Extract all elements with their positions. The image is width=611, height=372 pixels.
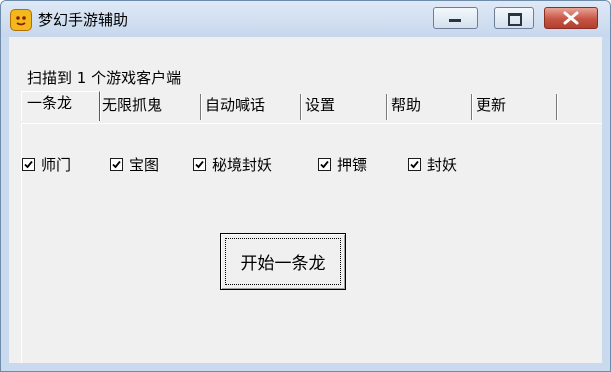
tab-update[interactable]: 更新: [471, 94, 557, 120]
tab-label: 一条龙: [27, 94, 73, 112]
checkbox-label: 宝图: [129, 156, 160, 174]
app-logo-icon: [10, 9, 32, 31]
checkbox-box[interactable]: [22, 158, 35, 171]
task-checkbox-shimen[interactable]: 师门: [22, 154, 72, 174]
task-checkbox-mijing-fengyao[interactable]: 秘境封妖: [193, 154, 273, 174]
tab-label: 自动喊话: [205, 96, 266, 114]
window-title: 梦幻手游辅助: [38, 11, 129, 29]
tab-yitiaolong[interactable]: 一条龙: [21, 91, 100, 121]
title-bar[interactable]: 梦幻手游辅助: [1, 1, 610, 37]
checkbox-box[interactable]: [318, 158, 331, 171]
tab-wuxian-zhuagui[interactable]: 无限抓鬼: [97, 94, 201, 120]
minimize-icon: [449, 19, 461, 22]
task-checkbox-fengyao[interactable]: 封妖: [408, 154, 458, 174]
checkbox-label: 封妖: [427, 156, 458, 174]
tab-label: 设置: [305, 96, 336, 114]
client-area: 扫描到 1 个游戏客户端 一条龙 无限抓鬼 自动喊话 设置 帮助 更新: [9, 37, 602, 363]
maximize-button[interactable]: [494, 7, 534, 29]
tab-help[interactable]: 帮助: [386, 94, 472, 120]
tab-zidong-hanhua[interactable]: 自动喊话: [200, 94, 301, 120]
start-button[interactable]: 开始一条龙: [220, 233, 346, 290]
tab-settings[interactable]: 设置: [300, 94, 387, 120]
checkbox-box[interactable]: [110, 158, 123, 171]
close-icon: [563, 11, 579, 25]
tab-label: 无限抓鬼: [102, 96, 163, 114]
checkbox-box[interactable]: [408, 158, 421, 171]
status-text: 扫描到 1 个游戏客户端: [27, 69, 182, 87]
maximize-icon: [508, 13, 522, 26]
task-checkbox-baotu[interactable]: 宝图: [110, 154, 160, 174]
checkbox-box[interactable]: [193, 158, 206, 171]
task-checkbox-yabiao[interactable]: 押镖: [318, 154, 368, 174]
start-button-label: 开始一条龙: [240, 254, 326, 274]
close-button[interactable]: [544, 7, 598, 29]
minimize-button[interactable]: [433, 7, 478, 29]
tab-label: 更新: [476, 96, 507, 114]
checkbox-label: 秘境封妖: [212, 156, 273, 174]
checkbox-label: 押镖: [337, 156, 368, 174]
tab-label: 帮助: [391, 96, 422, 114]
checkbox-label: 师门: [41, 156, 72, 174]
app-window: 梦幻手游辅助 扫描到 1 个游戏客户端 一条龙 无限抓鬼 自动喊话 设置 帮助 …: [0, 0, 611, 372]
